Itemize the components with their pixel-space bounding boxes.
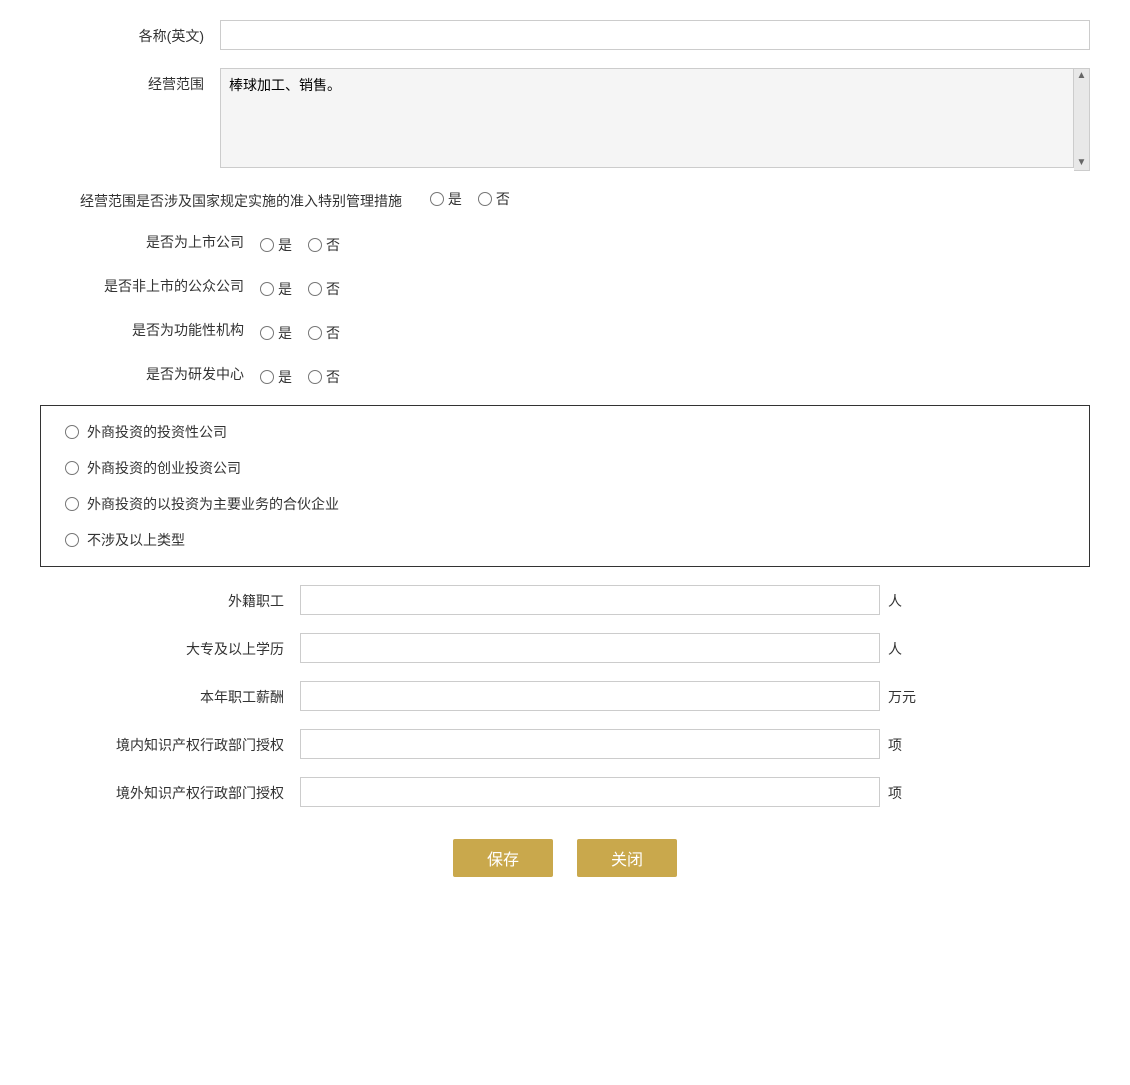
investment-type-4-label: 不涉及以上类型 <box>87 530 185 550</box>
business-scope-row: 经营范围 棒球加工、销售。 ▲ ▼ <box>40 68 1090 171</box>
foreign-ip-input[interactable] <box>300 777 880 807</box>
functional-no-radio[interactable] <box>308 326 322 340</box>
save-button[interactable]: 保存 <box>453 839 553 877</box>
special-management-no-radio[interactable] <box>478 192 492 206</box>
investment-type-1-radio[interactable] <box>65 425 79 439</box>
special-management-yes-option[interactable]: 是 <box>430 189 462 209</box>
functional-org-row: 是否为功能性机构 是 否 <box>40 317 1090 343</box>
business-scope-textarea[interactable]: 棒球加工、销售。 <box>220 68 1074 168</box>
business-scope-label: 经营范围 <box>40 68 220 94</box>
annual-salary-input[interactable] <box>300 681 880 711</box>
investment-type-3-radio[interactable] <box>65 497 79 511</box>
name-en-input[interactable] <box>220 20 1090 50</box>
name-en-label: 各称(英文) <box>40 20 220 46</box>
domestic-ip-unit: 项 <box>880 729 902 755</box>
college-edu-label: 大专及以上学历 <box>40 633 300 659</box>
investment-type-1-label: 外商投资的投资性公司 <box>87 422 227 442</box>
rd-yes-radio[interactable] <box>260 370 274 384</box>
special-management-yes-label: 是 <box>448 189 462 209</box>
domestic-ip-label: 境内知识产权行政部门授权 <box>40 729 300 755</box>
annual-salary-unit: 万元 <box>880 681 916 707</box>
listed-company-row: 是否为上市公司 是 否 <box>40 229 1090 255</box>
foreign-ip-row: 境外知识产权行政部门授权 项 <box>40 777 1090 807</box>
functional-org-options: 是 否 <box>260 317 340 343</box>
college-edu-input[interactable] <box>300 633 880 663</box>
functional-yes-option[interactable]: 是 <box>260 323 292 343</box>
rd-no-label: 否 <box>326 367 340 387</box>
public-no-label: 否 <box>326 279 340 299</box>
investment-type-4-radio[interactable] <box>65 533 79 547</box>
scroll-up-icon: ▲ <box>1077 71 1087 81</box>
investment-type-4[interactable]: 不涉及以上类型 <box>65 530 1065 550</box>
foreign-staff-label: 外籍职工 <box>40 585 300 611</box>
investment-type-box: 外商投资的投资性公司 外商投资的创业投资公司 外商投资的以投资为主要业务的合伙企… <box>40 405 1090 567</box>
investment-type-3-label: 外商投资的以投资为主要业务的合伙企业 <box>87 494 339 514</box>
special-management-label: 经营范围是否涉及国家规定实施的准入特别管理措施 <box>80 193 402 209</box>
investment-type-2[interactable]: 外商投资的创业投资公司 <box>65 458 1065 478</box>
listed-yes-option[interactable]: 是 <box>260 235 292 255</box>
rd-center-label: 是否为研发中心 <box>80 364 260 384</box>
rd-center-options: 是 否 <box>260 361 340 387</box>
functional-no-option[interactable]: 否 <box>308 323 340 343</box>
name-en-row: 各称(英文) <box>40 20 1090 50</box>
functional-yes-label: 是 <box>278 323 292 343</box>
listed-no-label: 否 <box>326 235 340 255</box>
public-yes-option[interactable]: 是 <box>260 279 292 299</box>
public-company-label: 是否非上市的公众公司 <box>80 276 260 296</box>
listed-no-option[interactable]: 否 <box>308 235 340 255</box>
special-management-no-option[interactable]: 否 <box>478 189 510 209</box>
listed-yes-radio[interactable] <box>260 238 274 252</box>
public-company-row: 是否非上市的公众公司 是 否 <box>40 273 1090 299</box>
investment-type-3[interactable]: 外商投资的以投资为主要业务的合伙企业 <box>65 494 1065 514</box>
button-row: 保存 关闭 <box>40 839 1090 877</box>
rd-yes-option[interactable]: 是 <box>260 367 292 387</box>
public-yes-label: 是 <box>278 279 292 299</box>
form-container: 各称(英文) 经营范围 棒球加工、销售。 ▲ ▼ 经营范围是否涉及国家规定实施的… <box>40 20 1090 877</box>
investment-type-1[interactable]: 外商投资的投资性公司 <box>65 422 1065 442</box>
foreign-ip-unit: 项 <box>880 777 902 803</box>
investment-type-2-label: 外商投资的创业投资公司 <box>87 458 241 478</box>
rd-yes-label: 是 <box>278 367 292 387</box>
special-management-row: 经营范围是否涉及国家规定实施的准入特别管理措施 是 否 <box>40 189 1090 211</box>
functional-org-label: 是否为功能性机构 <box>80 320 260 340</box>
listed-no-radio[interactable] <box>308 238 322 252</box>
business-scope-textarea-wrapper: 棒球加工、销售。 ▲ ▼ <box>220 68 1090 171</box>
foreign-staff-row: 外籍职工 人 <box>40 585 1090 615</box>
close-button[interactable]: 关闭 <box>577 839 677 877</box>
public-company-options: 是 否 <box>260 273 340 299</box>
public-no-option[interactable]: 否 <box>308 279 340 299</box>
domestic-ip-row: 境内知识产权行政部门授权 项 <box>40 729 1090 759</box>
college-edu-row: 大专及以上学历 人 <box>40 633 1090 663</box>
rd-no-radio[interactable] <box>308 370 322 384</box>
functional-no-label: 否 <box>326 323 340 343</box>
listed-yes-label: 是 <box>278 235 292 255</box>
listed-company-label: 是否为上市公司 <box>80 232 260 252</box>
public-yes-radio[interactable] <box>260 282 274 296</box>
foreign-staff-input[interactable] <box>300 585 880 615</box>
scrollbar-hint: ▲ ▼ <box>1074 68 1090 171</box>
annual-salary-label: 本年职工薪酬 <box>40 681 300 707</box>
domestic-ip-input[interactable] <box>300 729 880 759</box>
rd-center-row: 是否为研发中心 是 否 <box>40 361 1090 387</box>
special-management-no-label: 否 <box>496 189 510 209</box>
foreign-ip-label: 境外知识产权行政部门授权 <box>40 777 300 803</box>
listed-company-options: 是 否 <box>260 229 340 255</box>
investment-type-2-radio[interactable] <box>65 461 79 475</box>
special-management-yes-radio[interactable] <box>430 192 444 206</box>
rd-no-option[interactable]: 否 <box>308 367 340 387</box>
functional-yes-radio[interactable] <box>260 326 274 340</box>
college-edu-unit: 人 <box>880 633 902 659</box>
annual-salary-row: 本年职工薪酬 万元 <box>40 681 1090 711</box>
public-no-radio[interactable] <box>308 282 322 296</box>
foreign-staff-unit: 人 <box>880 585 902 611</box>
scroll-down-icon: ▼ <box>1077 158 1087 168</box>
